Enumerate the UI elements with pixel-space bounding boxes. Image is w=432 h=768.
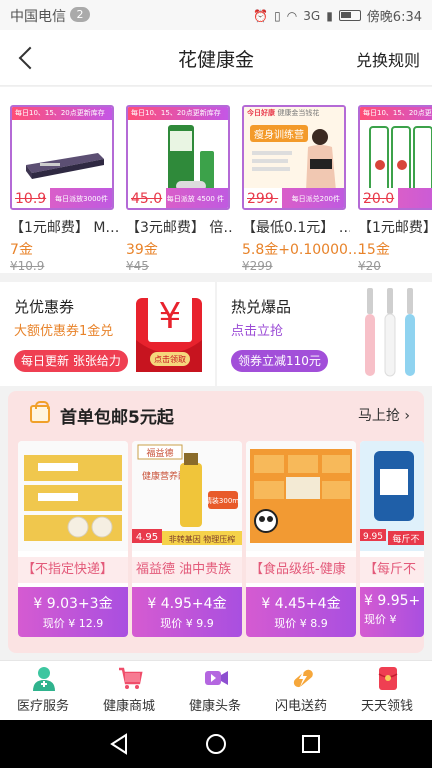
svg-text:9.95: 9.95	[363, 532, 383, 542]
product-name: 【1元邮费】 M…	[10, 220, 118, 236]
promo-title: 兑优惠券	[14, 298, 75, 316]
deal-image: 福益德 健康营养配方 精装300ml 4.95 非转基因 物理压榨	[132, 441, 242, 551]
product-name: 【3元邮费】 倍…	[126, 220, 234, 236]
tab-daily-cash[interactable]: 天天领钱	[344, 661, 430, 721]
promo-pill[interactable]: 每日更新 张张给力	[14, 350, 128, 372]
promo-subtitle: 大额优惠券1金兑	[14, 324, 114, 339]
deal-image	[18, 441, 128, 551]
promo-title: 热兑爆品	[231, 298, 292, 316]
signal-icon: ▮	[326, 8, 333, 23]
status-bar: 中国电信 2 ⏰ ▯ ◠ 3G ▮ 傍晚6:34	[0, 0, 432, 30]
clock: 傍晚6:34	[366, 10, 422, 25]
deal-card[interactable]: 福益德 健康营养配方 精装300ml 4.95 非转基因 物理压榨 福益德 油中…	[132, 441, 242, 637]
product-image: 每日10、15、20点更新库存 20.0	[358, 105, 432, 210]
product-name: 【1元邮费】	[358, 220, 432, 236]
svg-text:非转基因 物理压榨: 非转基因 物理压榨	[169, 534, 236, 544]
deal-price-button[interactable]: ¥ 4.95+4金 现价 ¥ 9.9	[132, 587, 242, 637]
free-shipping-section: 首单包邮5元起 马上抢 › 【不指定快递】 ¥ 9.03+3金 现价 ¥ 12.…	[8, 391, 424, 653]
svg-text:点击领取: 点击领取	[154, 354, 186, 364]
red-envelope-icon	[378, 667, 398, 690]
electric-toothbrush-illustration	[365, 288, 415, 377]
product-image: 每日10、15、20点更新库存 45.0 每日派放 4500 件	[126, 105, 230, 210]
red-envelope-coupon-icon: ¥ 点击领取	[136, 290, 202, 372]
system-back-icon[interactable]	[110, 733, 127, 755]
deal-card[interactable]: 9.95 每斤不 【每斤不 ¥ 9.95+ 现价 ¥	[360, 441, 424, 637]
carrier-label: 中国电信	[10, 9, 66, 25]
promo-subtitle: 点击立抢	[231, 324, 284, 339]
gift-box-icon	[30, 401, 50, 423]
tab-medical-service[interactable]: 医疗服务	[0, 661, 86, 721]
vibrate-icon: ▯	[274, 8, 281, 23]
status-icons: ⏰ ▯ ◠ 3G ▮ 傍晚6:34	[253, 6, 422, 26]
product-original-price: ¥20	[358, 259, 381, 273]
network-label: 3G	[303, 8, 321, 23]
product-price: 7金	[10, 242, 33, 258]
battery-icon	[338, 10, 361, 21]
tab-health-mall[interactable]: 健康商城	[86, 661, 172, 721]
section-title: 首单包邮5元起	[60, 408, 174, 428]
coupon-exchange-card[interactable]: 兑优惠券 大额优惠券1金兑 每日更新 张张给力 ¥ 点击领取	[0, 282, 215, 386]
product-price: 5.8金+0.10000…	[242, 242, 362, 258]
product-original-price: ¥299	[242, 259, 273, 273]
product-original-price: ¥45	[126, 259, 149, 273]
deal-card[interactable]: 【不指定快递】 ¥ 9.03+3金 现价 ¥ 12.9	[18, 441, 128, 637]
deal-price-button[interactable]: ¥ 9.95+ 现价 ¥	[360, 587, 424, 637]
product-image: 今日好康 健康金当钱花 瘦身训练营 299. 每日派兑200件	[242, 105, 346, 210]
cart-icon	[119, 667, 143, 689]
system-recents-icon[interactable]	[302, 735, 320, 753]
deal-image	[246, 441, 356, 551]
tab-fast-medicine[interactable]: 闪电送药	[258, 661, 344, 721]
product-scroller[interactable]: 每日10、15、20点更新库存 10.9 每日派放3000件 【1元邮费】 M……	[0, 87, 432, 273]
deal-name: 福益德 油中贵族	[132, 557, 242, 583]
deal-price-button[interactable]: ¥ 9.03+3金 现价 ¥ 12.9	[18, 587, 128, 637]
deal-image: 9.95 每斤不	[360, 441, 424, 551]
svg-text:精装300ml: 精装300ml	[205, 496, 241, 505]
deal-price-button[interactable]: ¥ 4.45+4金 现价 ¥ 8.9	[246, 587, 356, 637]
alarm-icon: ⏰	[253, 8, 269, 23]
cooking-oil-illustration: 福益德 健康营养配方 精装300ml 4.95 非转基因 物理压榨	[132, 444, 242, 545]
tab-health-news[interactable]: 健康头条	[172, 661, 258, 721]
promo-pill[interactable]: 领券立减110元	[231, 350, 328, 372]
grab-now-link[interactable]: 马上抢 ›	[358, 405, 410, 425]
product-price: 15金	[358, 242, 390, 258]
pill-icon	[293, 669, 313, 688]
deal-name: 【每斤不	[360, 557, 424, 583]
bottom-tab-bar: 医疗服务 健康商城 健康头条 闪电送药 天天领钱	[0, 660, 432, 720]
laundry-detergent-illustration: 9.95 每斤不	[360, 441, 424, 551]
doctor-icon	[33, 667, 55, 691]
nav-bar: 花健康金 兑换规则	[0, 30, 432, 86]
product-image: 每日10、15、20点更新库存 10.9 每日派放3000件	[10, 105, 114, 210]
svg-text:每斤不: 每斤不	[392, 533, 419, 545]
deal-card[interactable]: 【食品级纸-健康 ¥ 4.45+4金 现价 ¥ 8.9	[246, 441, 356, 637]
deal-name: 【不指定快递】	[18, 557, 128, 583]
notification-badge: 2	[70, 7, 90, 22]
tissue-boxes-illustration	[250, 449, 352, 543]
svg-text:福益德: 福益德	[146, 447, 173, 459]
product-name: 【最低0.1元】 …	[242, 220, 350, 236]
tissue-pack-illustration	[24, 455, 122, 541]
system-home-icon[interactable]	[206, 734, 226, 754]
wifi-icon: ◠	[286, 8, 298, 23]
svg-text:¥: ¥	[159, 296, 182, 337]
video-icon	[205, 671, 228, 685]
hot-items-card[interactable]: 热兑爆品 点击立抢 领券立减110元	[217, 282, 432, 386]
exchange-rules-link[interactable]: 兑换规则	[356, 47, 420, 71]
system-navigation-bar	[0, 720, 432, 768]
product-original-price: ¥10.9	[10, 259, 45, 273]
deal-name: 【食品级纸-健康	[246, 557, 356, 583]
product-price: 39金	[126, 242, 158, 258]
svg-text:4.95: 4.95	[136, 532, 158, 543]
app-screen: 中国电信 2 ⏰ ▯ ◠ 3G ▮ 傍晚6:34 花健康金 兑换规则 每日10、…	[0, 0, 432, 768]
